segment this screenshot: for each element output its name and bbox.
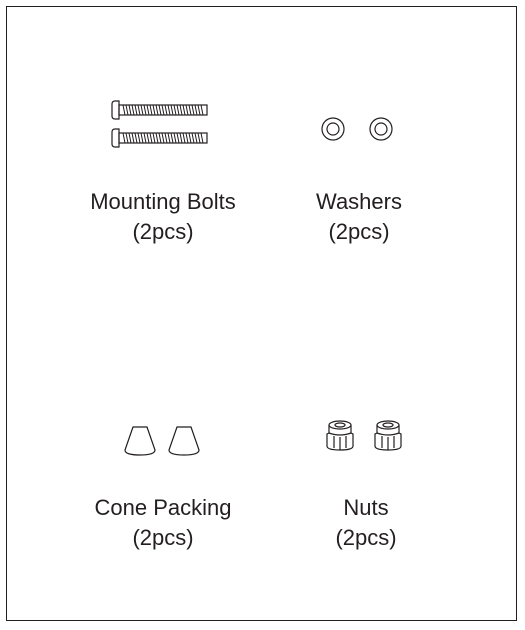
- nuts-qty: (2pcs): [335, 525, 397, 550]
- nuts-icon: [326, 420, 402, 451]
- nuts-name: Nuts: [343, 495, 389, 520]
- parts-list-frame: Mounting Bolts (2pcs) Washers (2pcs) Con…: [6, 6, 517, 621]
- washers-icon: [321, 117, 393, 141]
- nuts-label: Nuts (2pcs): [246, 493, 486, 553]
- washers-qty: (2pcs): [328, 219, 390, 244]
- cone-packing-icon: [124, 426, 200, 456]
- washers-label: Washers (2pcs): [239, 187, 479, 247]
- washers-name: Washers: [316, 189, 402, 214]
- mounting-bolts-icon: [111, 100, 208, 148]
